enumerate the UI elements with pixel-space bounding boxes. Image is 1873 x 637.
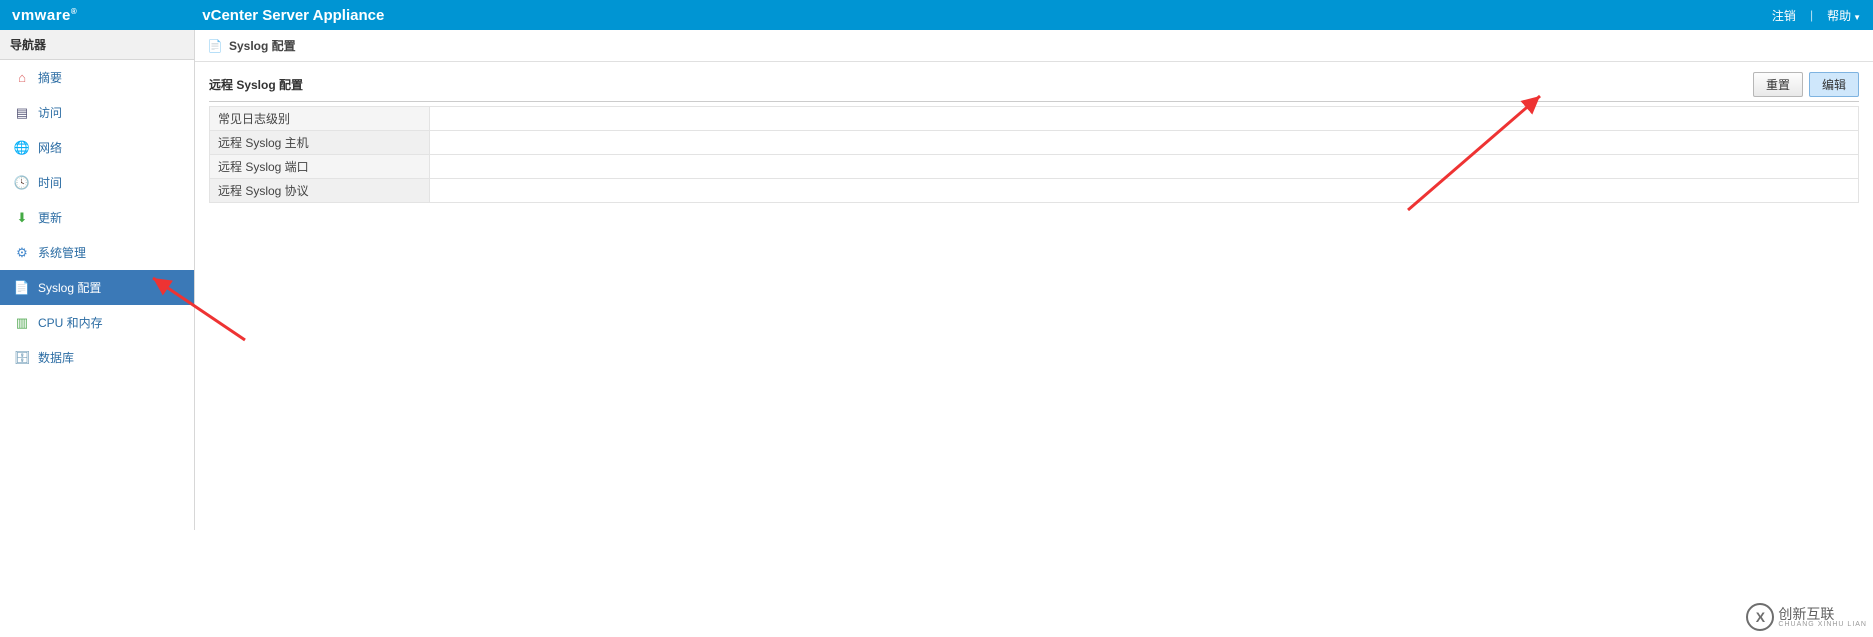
home-icon: ⌂	[14, 70, 30, 86]
row-value	[430, 179, 1859, 203]
sidebar-item-label: Syslog 配置	[38, 279, 101, 296]
table-row: 远程 Syslog 协议	[210, 179, 1859, 203]
db-icon: 🗄	[14, 350, 30, 366]
section-header: 远程 Syslog 配置 重置 编辑	[209, 72, 1859, 102]
sidebar-title: 导航器	[0, 30, 194, 60]
sidebar-item-label: 数据库	[38, 349, 74, 366]
syslog-config-table: 常见日志级别 远程 Syslog 主机 远程 Syslog 端口 远程 Sysl…	[209, 106, 1859, 203]
sidebar-item-label: 访问	[38, 104, 62, 121]
sidebar-item-database[interactable]: 🗄 数据库	[0, 340, 194, 375]
sidebar-item-update[interactable]: ⬇ 更新	[0, 200, 194, 235]
row-value	[430, 107, 1859, 131]
admin-icon: ⚙	[14, 245, 30, 261]
sidebar-item-syslog[interactable]: 📄 Syslog 配置	[0, 270, 194, 305]
row-value	[430, 131, 1859, 155]
watermark-icon: X	[1746, 603, 1774, 631]
chevron-down-icon: ▼	[1853, 13, 1861, 22]
sidebar-item-network[interactable]: 🌐 网络	[0, 130, 194, 165]
table-row: 远程 Syslog 主机	[210, 131, 1859, 155]
separator: |	[1810, 8, 1813, 22]
row-label: 远程 Syslog 协议	[210, 179, 430, 203]
syslog-page-icon: 📄	[207, 38, 223, 54]
row-label: 常见日志级别	[210, 107, 430, 131]
remote-syslog-section: 远程 Syslog 配置 重置 编辑 常见日志级别 远程 Syslog 主机 远…	[195, 62, 1873, 203]
sidebar-item-label: CPU 和内存	[38, 314, 103, 331]
sidebar-item-cpu[interactable]: ▥ CPU 和内存	[0, 305, 194, 340]
section-title: 远程 Syslog 配置	[209, 76, 303, 93]
top-bar: vmware® vCenter Server Appliance 注销 | 帮助…	[0, 0, 1873, 30]
watermark-brand: 创新互联	[1778, 607, 1867, 621]
time-icon: 🕓	[14, 175, 30, 191]
sidebar-item-label: 网络	[38, 139, 62, 156]
row-value	[430, 155, 1859, 179]
syslog-icon: 📄	[14, 280, 30, 296]
sidebar-item-label: 更新	[38, 209, 62, 226]
sidebar-item-label: 系统管理	[38, 244, 86, 261]
watermark-sub: CHUANG XINHU LIAN	[1778, 621, 1867, 628]
help-link[interactable]: 帮助▼	[1827, 7, 1861, 24]
row-label: 远程 Syslog 主机	[210, 131, 430, 155]
access-icon: ▤	[14, 105, 30, 121]
page-title: Syslog 配置	[229, 37, 296, 54]
sidebar-item-label: 摘要	[38, 69, 62, 86]
page-header: 📄 Syslog 配置	[195, 30, 1873, 62]
main-content: 📄 Syslog 配置 远程 Syslog 配置 重置 编辑 常见日志级别 远程…	[195, 30, 1873, 530]
update-icon: ⬇	[14, 210, 30, 226]
section-buttons: 重置 编辑	[1753, 72, 1859, 97]
watermark: X 创新互联 CHUANG XINHU LIAN	[1746, 603, 1867, 631]
vmware-logo: vmware®	[12, 7, 77, 24]
sidebar-item-time[interactable]: 🕓 时间	[0, 165, 194, 200]
table-row: 常见日志级别	[210, 107, 1859, 131]
logout-link[interactable]: 注销	[1772, 7, 1796, 24]
sidebar-item-admin[interactable]: ⚙ 系统管理	[0, 235, 194, 270]
app-title: vCenter Server Appliance	[202, 7, 384, 24]
row-label: 远程 Syslog 端口	[210, 155, 430, 179]
reset-button[interactable]: 重置	[1753, 72, 1803, 97]
sidebar-item-label: 时间	[38, 174, 62, 191]
cpu-icon: ▥	[14, 315, 30, 331]
sidebar-item-access[interactable]: ▤ 访问	[0, 95, 194, 130]
sidebar: 导航器 ⌂ 摘要 ▤ 访问 🌐 网络 🕓 时间 ⬇ 更新 ⚙ 系统管理 📄 Sy…	[0, 30, 195, 530]
sidebar-item-summary[interactable]: ⌂ 摘要	[0, 60, 194, 95]
table-row: 远程 Syslog 端口	[210, 155, 1859, 179]
top-right-links: 注销 | 帮助▼	[1772, 7, 1861, 24]
edit-button[interactable]: 编辑	[1809, 72, 1859, 97]
network-icon: 🌐	[14, 140, 30, 156]
